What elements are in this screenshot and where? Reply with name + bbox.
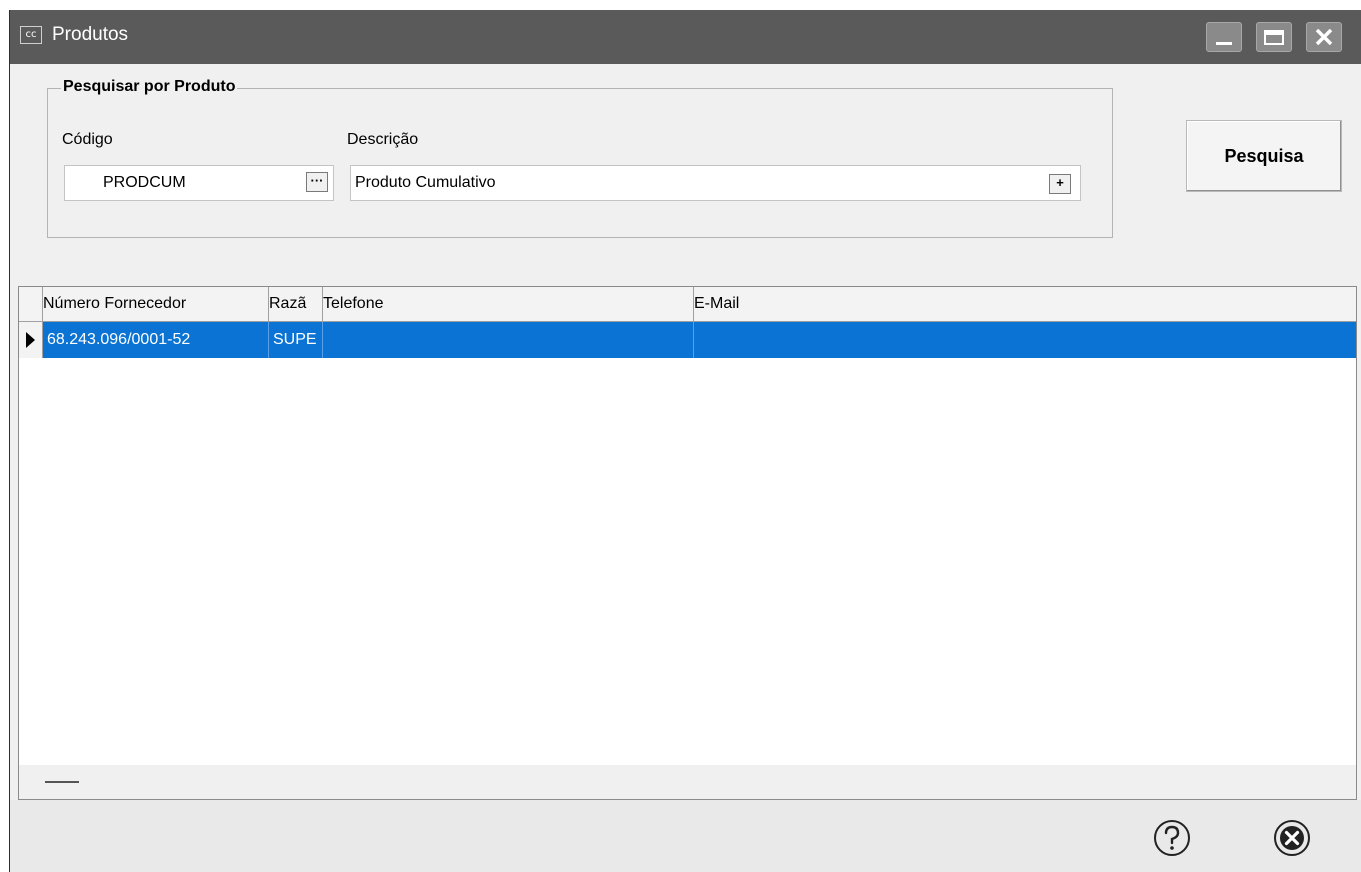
descricao-expand-button[interactable]: + [1049,174,1071,194]
table-row[interactable]: 68.243.096/0001-52 SUPE [19,322,1356,358]
help-button[interactable] [1152,818,1192,858]
column-header-telefone[interactable]: Telefone [323,287,694,321]
search-group-title: Pesquisar por Produto [61,78,238,96]
close-circle-icon [1274,820,1310,856]
row-selector[interactable] [19,322,43,358]
column-header-email[interactable]: E-Mail [694,287,1356,321]
codigo-field[interactable]: PRODCUM ··· [64,165,334,201]
produtos-window: cc Produtos Pesquisar por Produto Código… [10,10,1361,872]
grid-header: Número Fornecedor Razã Telefone E-Mail [19,287,1356,322]
cell-razao[interactable]: SUPE [269,322,323,358]
current-row-arrow-icon [26,332,35,348]
close-button[interactable] [1306,22,1342,52]
row-selector-header [19,287,43,321]
title-bar[interactable]: cc Produtos [10,10,1361,64]
bottom-toolbar [10,800,1361,872]
maximize-icon [1264,30,1284,45]
descricao-label: Descrição [347,131,419,148]
app-icon: cc [20,26,42,44]
codigo-value: PRODCUM [103,174,186,191]
cell-telefone[interactable] [323,322,694,358]
column-header-razao[interactable]: Razã [269,287,323,321]
descricao-value: Produto Cumulativo [355,174,496,191]
minimize-icon [1216,42,1232,45]
codigo-label: Código [62,131,113,148]
fornecedores-grid[interactable]: Número Fornecedor Razã Telefone E-Mail 6… [18,286,1357,800]
footer-dash-icon [45,781,79,783]
cell-email[interactable] [694,322,1356,358]
minimize-button[interactable] [1206,22,1242,52]
grid-footer [19,765,1356,799]
column-header-numero[interactable]: Número Fornecedor [43,287,269,321]
cell-numero[interactable]: 68.243.096/0001-52 [43,322,269,358]
maximize-button[interactable] [1256,22,1292,52]
close-form-button[interactable] [1272,818,1312,858]
window-title: Produtos [52,24,129,45]
codigo-lookup-button[interactable]: ··· [306,172,328,192]
descricao-field[interactable]: Produto Cumulativo + [350,165,1081,201]
close-icon [1315,28,1333,46]
help-icon [1154,820,1190,856]
pesquisa-button[interactable]: Pesquisa [1186,120,1342,192]
search-groupbox [47,88,1113,238]
